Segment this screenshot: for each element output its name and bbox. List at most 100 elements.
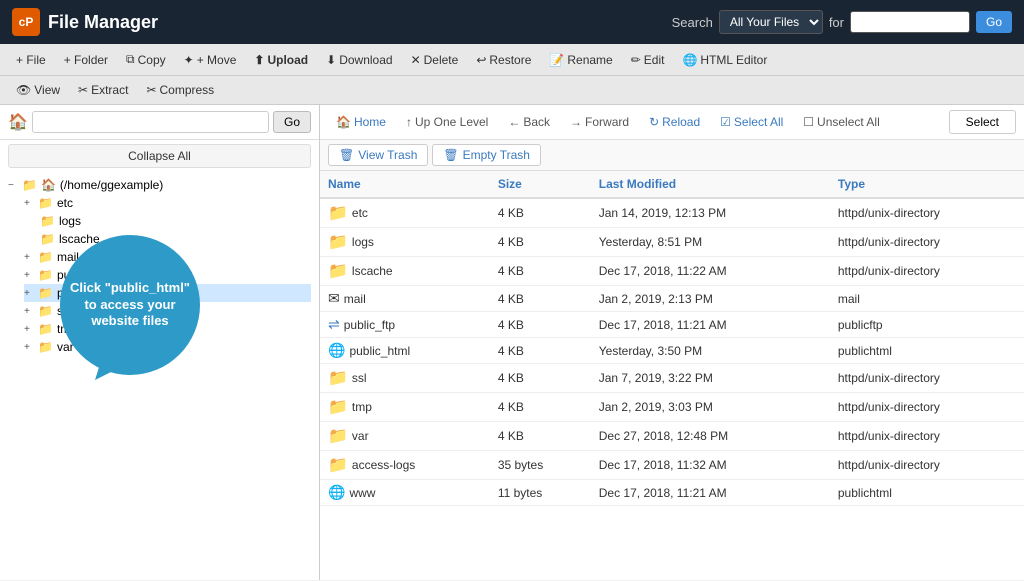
file-name-cell: 📁 logs — [320, 228, 490, 257]
path-go-button[interactable]: Go — [273, 111, 311, 133]
cpanel-icon: cP — [12, 8, 40, 36]
restore-button[interactable]: ↩ Restore — [468, 49, 539, 71]
tree-label-etc: etc — [57, 196, 73, 210]
file-modified: Jan 2, 2019, 3:03 PM — [591, 393, 830, 422]
view-trash-button[interactable]: 🗑 View Trash — [328, 144, 428, 166]
new-folder-button[interactable]: + Folder — [56, 49, 116, 71]
reload-icon: ↻ — [649, 115, 659, 129]
folder-icon-etc: 📁 — [38, 196, 53, 210]
tree-toggle-mail: + — [24, 252, 34, 263]
search-label: Search — [672, 15, 713, 30]
tree-toggle-etc: + — [24, 198, 34, 209]
file-name: access-logs — [352, 458, 415, 472]
delete-button[interactable]: ✕ Delete — [403, 49, 467, 71]
file-type: publicftp — [830, 312, 1024, 338]
download-button[interactable]: ⬇ Download — [318, 49, 400, 71]
file-name: tmp — [352, 400, 372, 414]
table-row[interactable]: 📁 lscache 4 KB Dec 17, 2018, 11:22 AM ht… — [320, 257, 1024, 286]
file-name: logs — [352, 235, 374, 249]
file-modified: Jan 2, 2019, 2:13 PM — [591, 286, 830, 312]
home-button[interactable]: 🏠 Home — [328, 112, 394, 132]
sidebar: 🏠 Go Collapse All − 📁 🏠 (/home/ggexample… — [0, 105, 320, 580]
search-go-button[interactable]: Go — [976, 11, 1012, 33]
table-header: Name Size Last Modified Type — [320, 171, 1024, 198]
path-input[interactable] — [32, 111, 269, 133]
tree-item-etc[interactable]: + 📁 etc — [8, 194, 311, 212]
edit-button[interactable]: ✏ Edit — [623, 49, 673, 71]
file-size: 4 KB — [490, 198, 591, 228]
table-row[interactable]: 📁 access-logs 35 bytes Dec 17, 2018, 11:… — [320, 451, 1024, 480]
file-modified: Yesterday, 3:50 PM — [591, 338, 830, 364]
file-name: public_ftp — [344, 318, 395, 332]
table-row[interactable]: 📁 tmp 4 KB Jan 2, 2019, 3:03 PM httpd/un… — [320, 393, 1024, 422]
compress-button[interactable]: ✂ Compress — [138, 79, 222, 101]
file-type: httpd/unix-directory — [830, 257, 1024, 286]
file-table: Name Size Last Modified Type 📁 etc 4 KB … — [320, 171, 1024, 506]
tree-item-logs[interactable]: 📁 logs — [8, 212, 311, 230]
new-file-button[interactable]: + File — [8, 49, 54, 71]
copy-button[interactable]: ⧉ Copy — [118, 48, 174, 71]
tree-root-label: (/home/ggexample) — [60, 178, 163, 192]
table-row[interactable]: 🌐 public_html 4 KB Yesterday, 3:50 PM pu… — [320, 338, 1024, 364]
empty-trash-button[interactable]: 🗑 Empty Trash — [432, 144, 541, 166]
folder-icon: 📁 — [328, 203, 348, 223]
html-editor-button[interactable]: 🌐 HTML Editor — [674, 49, 775, 71]
forward-button[interactable]: → Forward — [562, 112, 637, 132]
tree-root[interactable]: − 📁 🏠 (/home/ggexample) — [8, 176, 311, 194]
file-tree: − 📁 🏠 (/home/ggexample) + 📁 etc 📁 logs — [0, 172, 319, 580]
collapse-all-button[interactable]: Collapse All — [8, 144, 311, 168]
edit-icon: ✏ — [631, 53, 641, 67]
home-nav-icon: 🏠 — [336, 115, 351, 129]
home-icon: 🏠 — [41, 178, 56, 192]
table-row[interactable]: 📁 logs 4 KB Yesterday, 8:51 PM httpd/uni… — [320, 228, 1024, 257]
folder-icon: 📁 — [328, 397, 348, 417]
trash-empty-icon: 🗑 — [443, 148, 458, 162]
col-size[interactable]: Size — [490, 171, 591, 198]
app-logo: cP File Manager — [12, 8, 672, 36]
select-button[interactable]: Select — [949, 110, 1016, 134]
back-button[interactable]: ← Back — [500, 112, 558, 132]
table-row[interactable]: ⇌ public_ftp 4 KB Dec 17, 2018, 11:21 AM… — [320, 312, 1024, 338]
rename-button[interactable]: 📝 Rename — [541, 49, 620, 71]
table-row[interactable]: 🌐 www 11 bytes Dec 17, 2018, 11:21 AM pu… — [320, 480, 1024, 506]
upload-icon: ⬆ — [254, 53, 264, 67]
folder-icon: 📁 — [328, 261, 348, 281]
file-size: 4 KB — [490, 228, 591, 257]
table-row[interactable]: ✉ mail 4 KB Jan 2, 2019, 2:13 PM mail — [320, 286, 1024, 312]
tree-label-logs: logs — [59, 214, 81, 228]
file-type: httpd/unix-directory — [830, 364, 1024, 393]
move-button[interactable]: ✦ + Move — [176, 49, 245, 71]
search-for-label: for — [829, 15, 844, 30]
file-name: var — [352, 429, 369, 443]
file-type: httpd/unix-directory — [830, 422, 1024, 451]
col-modified[interactable]: Last Modified — [591, 171, 830, 198]
file-name: etc — [352, 206, 368, 220]
table-row[interactable]: 📁 var 4 KB Dec 27, 2018, 12:48 PM httpd/… — [320, 422, 1024, 451]
table-row[interactable]: 📁 ssl 4 KB Jan 7, 2019, 3:22 PM httpd/un… — [320, 364, 1024, 393]
col-type[interactable]: Type — [830, 171, 1024, 198]
trash-view-icon: 🗑 — [339, 148, 354, 162]
upload-button[interactable]: ⬆ Upload — [246, 49, 316, 71]
callout-bubble: Click "public_html" to access your websi… — [60, 235, 200, 375]
file-name: public_html — [349, 344, 410, 358]
view-button[interactable]: 👁 View — [8, 79, 68, 101]
unselect-all-button[interactable]: ☐ Unselect All — [795, 112, 887, 132]
file-type: httpd/unix-directory — [830, 198, 1024, 228]
search-scope-select[interactable]: All Your Files — [719, 10, 823, 34]
up-one-level-button[interactable]: ↑ Up One Level — [398, 112, 496, 132]
folder-icon-var: 📁 — [38, 340, 53, 354]
file-type: httpd/unix-directory — [830, 228, 1024, 257]
search-input[interactable] — [850, 11, 970, 33]
file-modified: Dec 17, 2018, 11:21 AM — [591, 312, 830, 338]
table-row[interactable]: 📁 etc 4 KB Jan 14, 2019, 12:13 PM httpd/… — [320, 198, 1024, 228]
col-name[interactable]: Name — [320, 171, 490, 198]
file-name: lscache — [352, 264, 393, 278]
extract-button[interactable]: ✂ Extract — [70, 79, 136, 101]
file-size: 4 KB — [490, 393, 591, 422]
select-all-button[interactable]: ☑ Select All — [712, 112, 791, 132]
header: cP File Manager Search All Your Files fo… — [0, 0, 1024, 44]
file-type: httpd/unix-directory — [830, 393, 1024, 422]
html-editor-icon: 🌐 — [682, 53, 697, 67]
globe-icon: 🌐 — [328, 484, 345, 501]
reload-button[interactable]: ↻ Reload — [641, 112, 708, 132]
